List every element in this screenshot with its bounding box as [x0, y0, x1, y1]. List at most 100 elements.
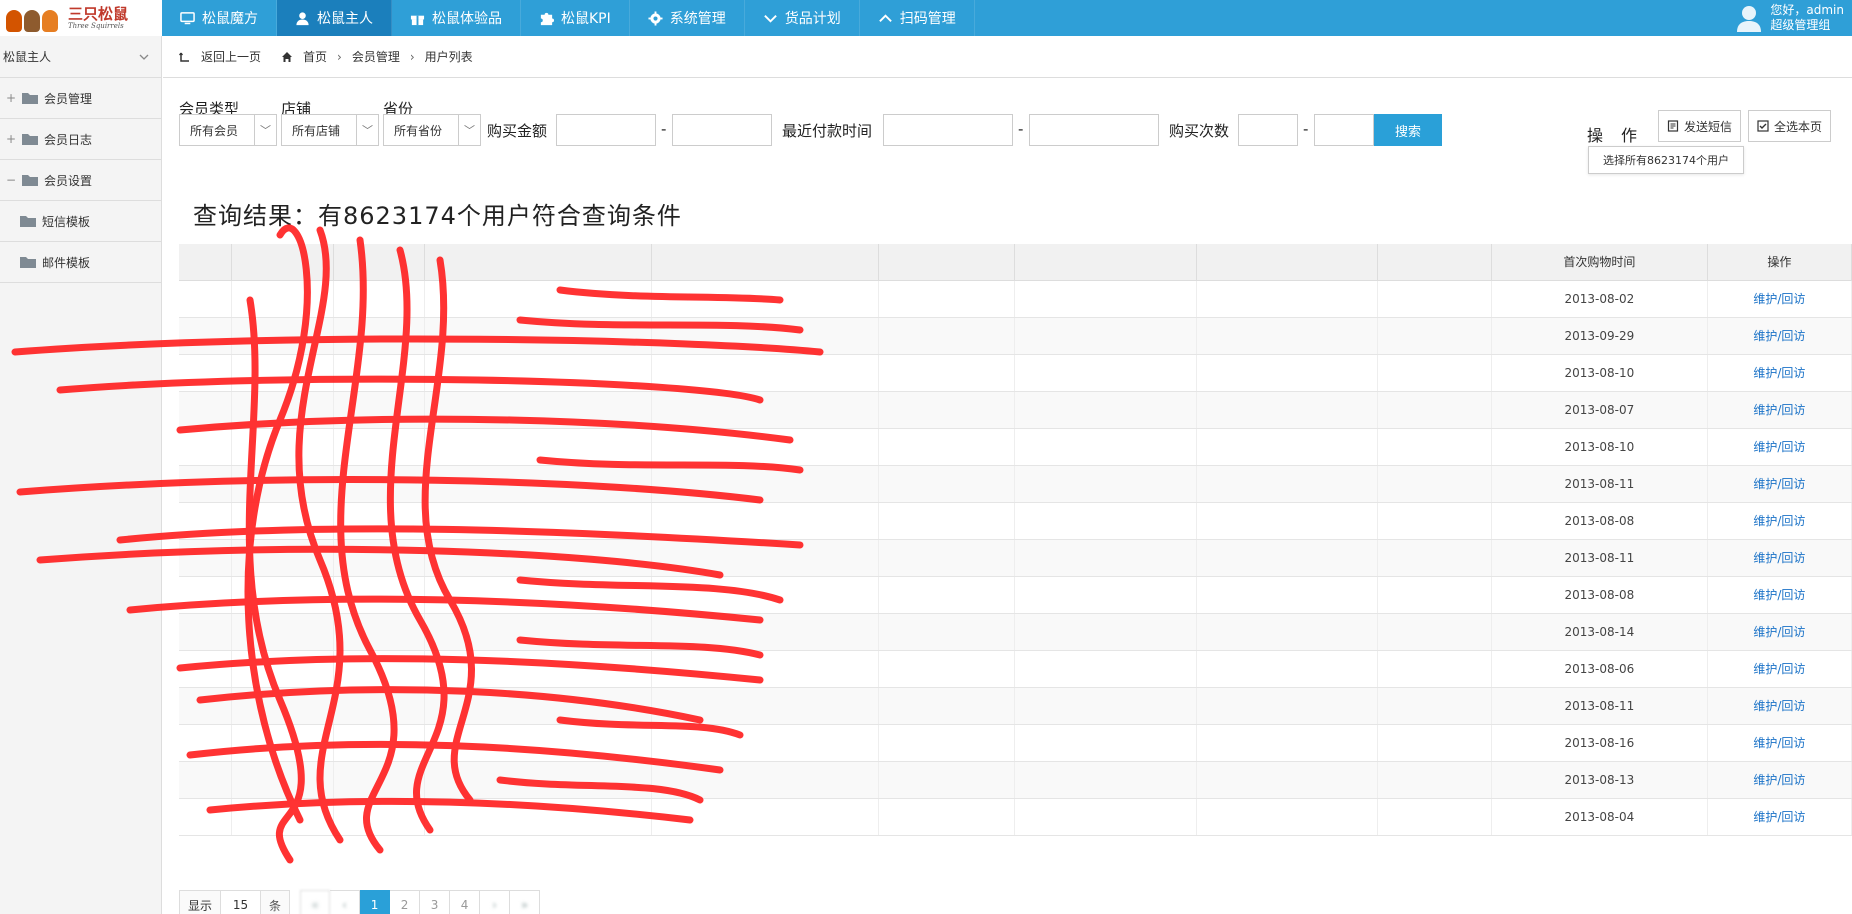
- sidebar-item-member-settings[interactable]: − 会员设置: [0, 160, 161, 201]
- redacted-cell: [231, 391, 334, 429]
- redacted-cell: [1014, 280, 1197, 318]
- sidebar-item-email-template[interactable]: 邮件模板: [0, 242, 161, 283]
- amount-max-input[interactable]: [672, 114, 772, 146]
- maintain-visit-link[interactable]: 维护/回访: [1707, 761, 1852, 799]
- maintain-visit-link[interactable]: 维护/回访: [1707, 428, 1852, 466]
- breadcrumb-home[interactable]: 首页: [303, 48, 327, 65]
- search-button[interactable]: 搜索: [1374, 114, 1442, 146]
- breadcrumb-section[interactable]: 会员管理: [352, 48, 400, 65]
- redacted-cell: [878, 317, 1016, 355]
- page-prev-button[interactable]: ‹: [330, 890, 361, 914]
- member-type-select[interactable]: 所有会员 ﹀: [179, 114, 277, 146]
- nav-item-magic-cube[interactable]: 松鼠魔方: [162, 0, 277, 36]
- select-all-users-option[interactable]: 选择所有8623174个用户: [1588, 146, 1744, 174]
- maintain-visit-link[interactable]: 维护/回访: [1707, 539, 1852, 577]
- send-sms-button[interactable]: 发送短信: [1658, 110, 1742, 142]
- nav-item-system[interactable]: 系统管理: [630, 0, 745, 36]
- home-icon: [282, 51, 293, 62]
- maintain-visit-link[interactable]: 维护/回访: [1707, 465, 1852, 503]
- pay-time-end-input[interactable]: [1029, 114, 1159, 146]
- query-result-text: 查询结果：有8623174个用户符合查询条件: [193, 202, 682, 230]
- maintain-visit-link[interactable]: 维护/回访: [1707, 576, 1852, 614]
- select-page-button[interactable]: 全选本页: [1748, 110, 1832, 142]
- redacted-cell: [1196, 613, 1379, 651]
- column-header[interactable]: [651, 244, 879, 281]
- gift-icon: [410, 15, 425, 25]
- column-header[interactable]: [1377, 244, 1492, 281]
- nav-item-squirrel-owner[interactable]: 松鼠主人: [277, 0, 392, 36]
- column-header[interactable]: [1196, 244, 1379, 281]
- column-header[interactable]: [424, 244, 652, 281]
- user-menu[interactable]: 您好，admin 超级管理组: [1736, 0, 1844, 36]
- sidebar: 松鼠主人 + 会员管理 + 会员日志 − 会员设置 短信模板 邮件模板: [0, 36, 162, 914]
- redacted-cell: [1377, 724, 1492, 762]
- maintain-visit-link[interactable]: 维护/回访: [1707, 502, 1852, 540]
- redacted-cell: [651, 391, 879, 429]
- column-header[interactable]: [878, 244, 1016, 281]
- redacted-cell: [179, 724, 232, 762]
- expand-toggle: +: [6, 91, 17, 105]
- nav-label: 松鼠体验品: [432, 11, 502, 27]
- redacted-cell: [231, 576, 334, 614]
- maintain-visit-link[interactable]: 维护/回访: [1707, 650, 1852, 688]
- sidebar-header[interactable]: 松鼠主人: [0, 36, 161, 78]
- nav-item-trial-products[interactable]: 松鼠体验品: [392, 0, 521, 36]
- column-header[interactable]: [1014, 244, 1197, 281]
- pagination: 显示 15 条 « ‹ 1 2 3 4 › »: [179, 890, 541, 914]
- table-row: 2013-08-06 维护/回访: [179, 650, 1852, 688]
- column-header[interactable]: [231, 244, 334, 281]
- sidebar-item-sms-template[interactable]: 短信模板: [0, 201, 161, 242]
- nav-item-kpi[interactable]: 松鼠KPI: [521, 0, 630, 36]
- main-content: 返回上一页 首页 › 会员管理 › 用户列表 会员类型 店铺 省份 所有会员 ﹀…: [163, 36, 1852, 914]
- nav-label: 松鼠魔方: [202, 11, 258, 27]
- maintain-visit-link[interactable]: 维护/回访: [1707, 724, 1852, 762]
- count-min-input[interactable]: [1238, 114, 1298, 146]
- count-max-input[interactable]: [1314, 114, 1374, 146]
- page-last-button[interactable]: »: [510, 890, 541, 914]
- back-link[interactable]: 返回上一页: [201, 48, 261, 65]
- sidebar-item-member-log[interactable]: + 会员日志: [0, 119, 161, 160]
- page-current[interactable]: 1: [360, 890, 391, 914]
- nav-label: 松鼠KPI: [561, 11, 611, 27]
- maintain-visit-link[interactable]: 维护/回访: [1707, 391, 1852, 429]
- redacted-cell: [424, 798, 652, 836]
- redacted-cell: [424, 724, 652, 762]
- redacted-cell: [1377, 687, 1492, 725]
- page-button[interactable]: 2: [390, 890, 421, 914]
- maintain-visit-link[interactable]: 维护/回访: [1707, 687, 1852, 725]
- redacted-cell: [231, 428, 334, 466]
- column-header[interactable]: 操作: [1707, 244, 1852, 281]
- back-arrow-icon: [179, 52, 189, 62]
- redacted-cell: [878, 687, 1016, 725]
- user-table: 首次购物时间 操作 2013-08-02 维护/回访 2013-09-29 维护/回访 2…: [179, 244, 1852, 836]
- avatar: [1737, 6, 1762, 32]
- maintain-visit-link[interactable]: 维护/回访: [1707, 798, 1852, 836]
- page-size-select[interactable]: 15: [221, 890, 262, 914]
- column-header[interactable]: 首次购物时间: [1491, 244, 1708, 281]
- first-purchase-date: 2013-08-04: [1491, 798, 1708, 836]
- maintain-visit-link[interactable]: 维护/回访: [1707, 280, 1852, 318]
- page-button[interactable]: 4: [450, 890, 481, 914]
- nav-label: 系统管理: [669, 11, 726, 27]
- page-button[interactable]: 3: [420, 890, 451, 914]
- redacted-cell: [878, 724, 1016, 762]
- province-select[interactable]: 所有省份 ﹀: [383, 114, 481, 146]
- column-header[interactable]: [179, 244, 232, 281]
- maintain-visit-link[interactable]: 维护/回访: [1707, 613, 1852, 651]
- redacted-cell: [1196, 761, 1379, 799]
- nav-item-scan-code[interactable]: 扫码管理: [860, 0, 975, 36]
- chevron-down-icon: [763, 14, 777, 23]
- redacted-cell: [878, 761, 1016, 799]
- amount-min-input[interactable]: [556, 114, 656, 146]
- nav-item-goods-plan[interactable]: 货品计划: [745, 0, 860, 36]
- store-select[interactable]: 所有店铺 ﹀: [281, 114, 379, 146]
- maintain-visit-link[interactable]: 维护/回访: [1707, 317, 1852, 355]
- sidebar-item-member-management[interactable]: + 会员管理: [0, 78, 161, 119]
- page-first-button[interactable]: «: [300, 890, 331, 914]
- maintain-visit-link[interactable]: 维护/回访: [1707, 354, 1852, 392]
- page-next-button[interactable]: ›: [480, 890, 511, 914]
- column-header[interactable]: [333, 244, 425, 281]
- pay-time-start-input[interactable]: [883, 114, 1013, 146]
- table-row: 2013-08-14 维护/回访: [179, 613, 1852, 651]
- brand-logo[interactable]: 三只松鼠 Three Squirrels: [0, 0, 162, 36]
